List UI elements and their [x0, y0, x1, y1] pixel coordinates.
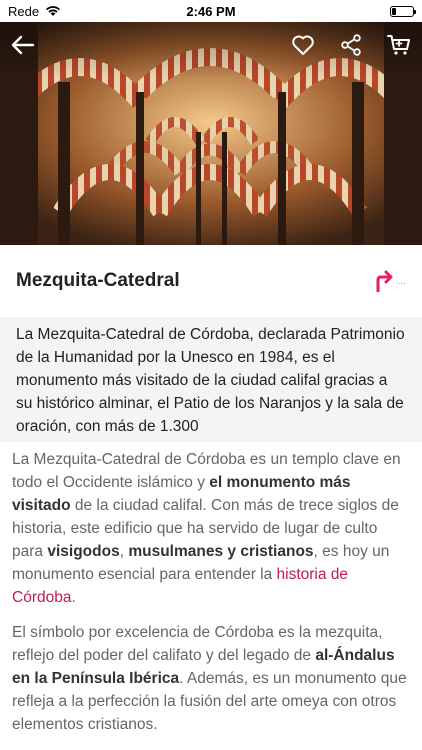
page-title: Mezquita-Catedral [16, 270, 180, 291]
directions-button[interactable]: ... [374, 270, 406, 292]
directions-arrow-icon [376, 270, 393, 292]
back-button[interactable] [10, 32, 36, 58]
title-row: Mezquita-Catedral ... [0, 245, 422, 317]
cart-icon [387, 35, 410, 55]
share-icon [341, 34, 361, 56]
bold-segment: musulmanes y cristianos [128, 543, 314, 560]
heart-icon [292, 35, 314, 55]
share-button[interactable] [338, 32, 364, 58]
carrier-label: Rede [8, 3, 40, 19]
cart-button[interactable] [386, 32, 412, 58]
favorite-button[interactable] [290, 32, 316, 58]
text-segment: . [71, 589, 76, 606]
description-paragraph-1: La Mezquita-Catedral de Córdoba es un te… [12, 448, 410, 609]
clock: 2:46 PM [186, 3, 236, 19]
description-paragraph-2: El símbolo por excelencia de Córdoba es … [12, 621, 410, 736]
status-left: Rede [8, 4, 61, 19]
summary-box: La Mezquita-Catedral de Córdoba, declara… [0, 317, 422, 442]
hero-actions [290, 32, 412, 58]
summary-text: La Mezquita-Catedral de Córdoba, declara… [16, 326, 405, 435]
bold-segment: visigodos [47, 543, 120, 560]
battery-icon [390, 5, 416, 17]
hero-toolbar [0, 22, 422, 68]
more-indicator: ... [397, 275, 406, 287]
description-body: La Mezquita-Catedral de Córdoba es un te… [0, 448, 422, 748]
back-arrow-icon [11, 35, 35, 55]
status-bar: Rede 2:46 PM [0, 0, 422, 22]
wifi-icon [46, 6, 61, 16]
hero-image [0, 22, 422, 245]
